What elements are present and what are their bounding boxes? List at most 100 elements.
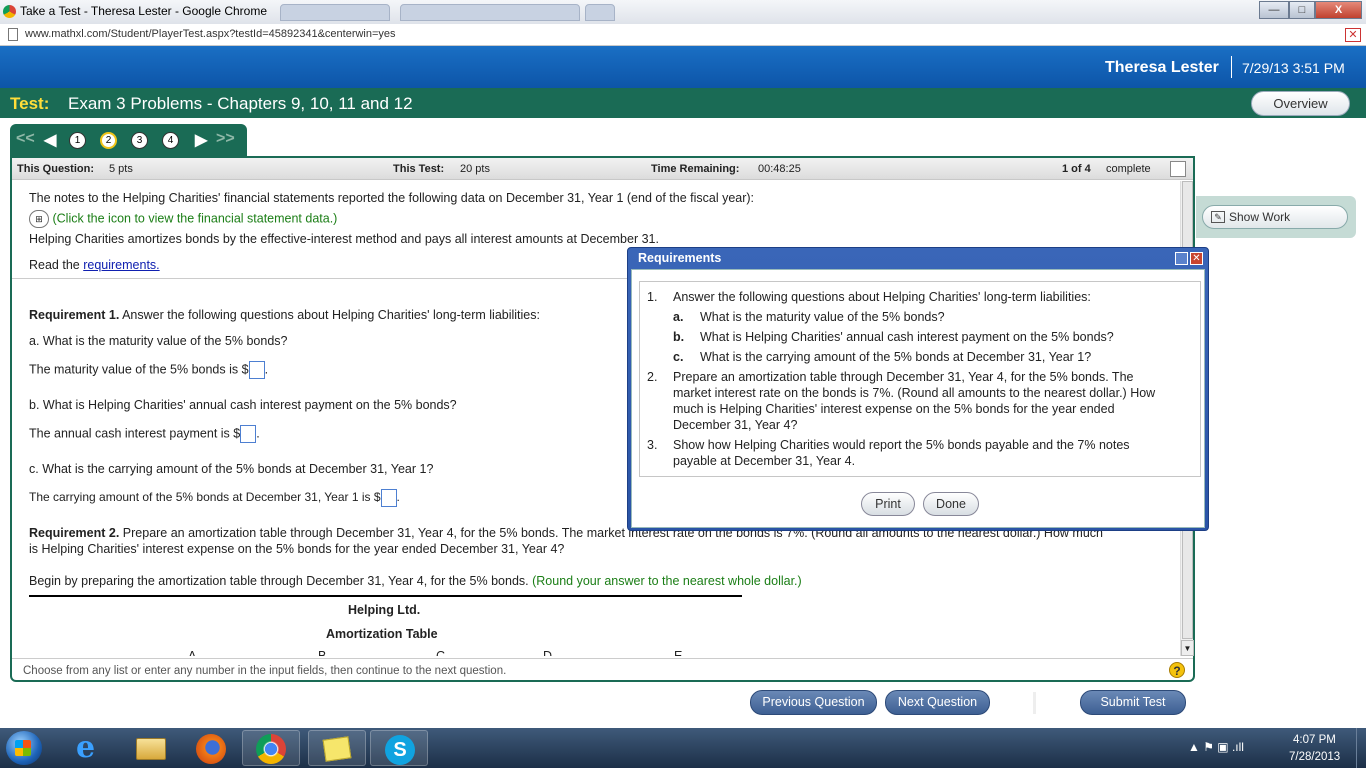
pencil-icon: ✎ <box>1211 211 1225 223</box>
requirements-link[interactable]: requirements. <box>83 258 159 272</box>
print-button[interactable]: Print <box>861 492 915 516</box>
previous-question-button[interactable]: Previous Question <box>750 690 877 715</box>
help-icon[interactable]: ? <box>1169 662 1185 678</box>
question-footer: Choose from any list or enter any number… <box>12 658 1193 682</box>
address-bar[interactable]: www.mathxl.com/Student/PlayerTest.aspx?t… <box>0 24 1366 46</box>
footer-hint: Choose from any list or enter any number… <box>23 665 507 677</box>
show-work-label: Show Work <box>1229 210 1291 224</box>
window-title: Take a Test - Theresa Lester - Google Ch… <box>20 4 268 18</box>
background-tab[interactable] <box>400 4 580 21</box>
maturity-value-input[interactable] <box>248 361 265 379</box>
last-question-icon[interactable]: >> <box>216 130 235 148</box>
popup-body: 1. Answer the following questions about … <box>631 269 1205 528</box>
ie-taskbar-item[interactable]: e <box>62 730 120 766</box>
page-icon <box>8 28 18 41</box>
clock-date[interactable]: 7/28/2013 <box>1289 751 1340 763</box>
header-datetime: 7/29/13 3:51 PM <box>1242 60 1345 76</box>
new-tab-button[interactable] <box>585 4 615 21</box>
show-work-panel: ✎ Show Work <box>1196 196 1356 238</box>
previous-question-icon[interactable]: ◀ <box>44 130 56 150</box>
show-work-button[interactable]: ✎ Show Work <box>1202 205 1348 229</box>
skype-taskbar-item[interactable]: S <box>370 730 428 766</box>
req-text-2-line4: December 31, Year 4? <box>673 418 798 432</box>
scroll-down-icon[interactable]: ▼ <box>1181 640 1194 656</box>
table-col-c: C <box>436 649 446 656</box>
first-question-icon[interactable]: << <box>16 130 35 148</box>
test-label: Test: <box>10 94 50 113</box>
this-test-label: This Test: <box>393 163 445 175</box>
question-number-1[interactable]: 1 <box>69 132 86 149</box>
browser-titlebar: Take a Test - Theresa Lester - Google Ch… <box>0 0 1366 24</box>
question-nav: << ◀ 1 2 3 4 ▶ >> <box>10 124 247 156</box>
begin-row: Begin by preparing the amortization tabl… <box>29 574 802 588</box>
req-num-b: b. <box>673 330 685 344</box>
explorer-taskbar-item[interactable] <box>122 730 180 766</box>
maximize-button[interactable]: □ <box>1289 1 1315 19</box>
answer-c-row: The carrying amount of the 5% bonds at D… <box>29 489 400 507</box>
requirements-popup: Requirements ✕ 1. Answer the following q… <box>627 247 1209 531</box>
req-text-1: Answer the following questions about Hel… <box>673 290 1091 304</box>
table-company: Helping Ltd. <box>348 603 421 617</box>
start-button[interactable] <box>6 731 42 765</box>
bottom-divider <box>1033 692 1036 714</box>
req-text-c: What is the carrying amount of the 5% bo… <box>700 350 1092 364</box>
firefox-taskbar-item[interactable] <box>182 730 240 766</box>
req1-label: Requirement 1. <box>29 308 120 322</box>
table-col-a: A <box>188 649 197 656</box>
table-col-e: E <box>674 649 683 656</box>
question-number-2[interactable]: 2 <box>100 132 117 149</box>
expand-icon[interactable] <box>1170 161 1186 177</box>
overview-button[interactable]: Overview <box>1251 91 1350 116</box>
url-text[interactable]: www.mathxl.com/Student/PlayerTest.aspx?t… <box>25 28 396 40</box>
req-num-a: a. <box>673 310 684 324</box>
data-table-icon[interactable]: ⊞ <box>29 210 49 228</box>
method-text: Helping Charities amortizes bonds by the… <box>29 232 659 246</box>
table-title: Amortization Table <box>326 627 438 641</box>
financial-data-link[interactable]: (Click the icon to view the financial st… <box>52 211 337 225</box>
this-question-value: 5 pts <box>109 163 133 175</box>
req-text-3-line2: payable at December 31, Year 4. <box>673 454 856 468</box>
answer-a-row: The maturity value of the 5% bonds is $. <box>29 361 268 379</box>
time-remaining-value: 00:48:25 <box>758 163 801 175</box>
question-c: c. What is the carrying amount of the 5%… <box>29 462 434 476</box>
table-col-b: B <box>318 649 327 656</box>
req-text-3-line1: Show how Helping Charities would report … <box>673 438 1130 452</box>
question-number-4[interactable]: 4 <box>162 132 179 149</box>
carrying-amount-input[interactable] <box>380 489 397 507</box>
test-name: Exam 3 Problems - Chapters 9, 10, 11 and… <box>68 94 413 113</box>
background-tab[interactable] <box>280 4 390 21</box>
answer-b-row: The annual cash interest payment is $. <box>29 425 260 443</box>
system-tray-icons[interactable]: ▲ ⚑ ▣ .ıll <box>1188 740 1244 754</box>
read-prefix: Read the <box>29 258 84 272</box>
user-name: Theresa Lester <box>1105 59 1219 76</box>
question-number-3[interactable]: 3 <box>131 132 148 149</box>
sticky-notes-icon <box>322 736 352 762</box>
sticky-notes-taskbar-item[interactable] <box>308 730 366 766</box>
question-info-bar: This Question: 5 pts This Test: 20 pts T… <box>12 158 1193 180</box>
table-col-d: D <box>543 649 553 656</box>
windows-logo-icon <box>15 740 31 756</box>
req-text-a: What is the maturity value of the 5% bon… <box>700 310 945 324</box>
question-b: b. What is Helping Charities' annual cas… <box>29 398 457 412</box>
close-button[interactable]: X <box>1315 1 1362 19</box>
popup-title: Requirements <box>638 251 722 265</box>
progress-label: complete <box>1106 163 1151 175</box>
next-question-icon[interactable]: ▶ <box>195 130 207 150</box>
submit-test-button[interactable]: Submit Test <box>1080 690 1186 715</box>
user-bar: Theresa Lester 7/29/13 3:51 PM <box>0 46 1366 88</box>
this-question-label: This Question: <box>17 163 94 175</box>
cash-interest-input[interactable] <box>240 425 257 443</box>
close-x-icon[interactable]: ✕ <box>1345 28 1361 42</box>
popup-close-icon[interactable]: ✕ <box>1190 252 1203 265</box>
clock-time[interactable]: 4:07 PM <box>1293 734 1336 746</box>
done-button[interactable]: Done <box>923 492 979 516</box>
minimize-button[interactable]: — <box>1259 1 1289 19</box>
show-desktop-button[interactable] <box>1356 728 1366 768</box>
skype-icon: S <box>385 735 415 765</box>
chrome-taskbar-item[interactable] <box>242 730 300 766</box>
popup-minimize-icon[interactable] <box>1175 252 1188 265</box>
read-requirements-row: Read the requirements. <box>29 258 160 272</box>
round-note: (Round your answer to the nearest whole … <box>528 574 802 588</box>
req-text-2-line3: much is Helping Charities' interest expe… <box>673 402 1115 416</box>
next-question-button[interactable]: Next Question <box>885 690 990 715</box>
